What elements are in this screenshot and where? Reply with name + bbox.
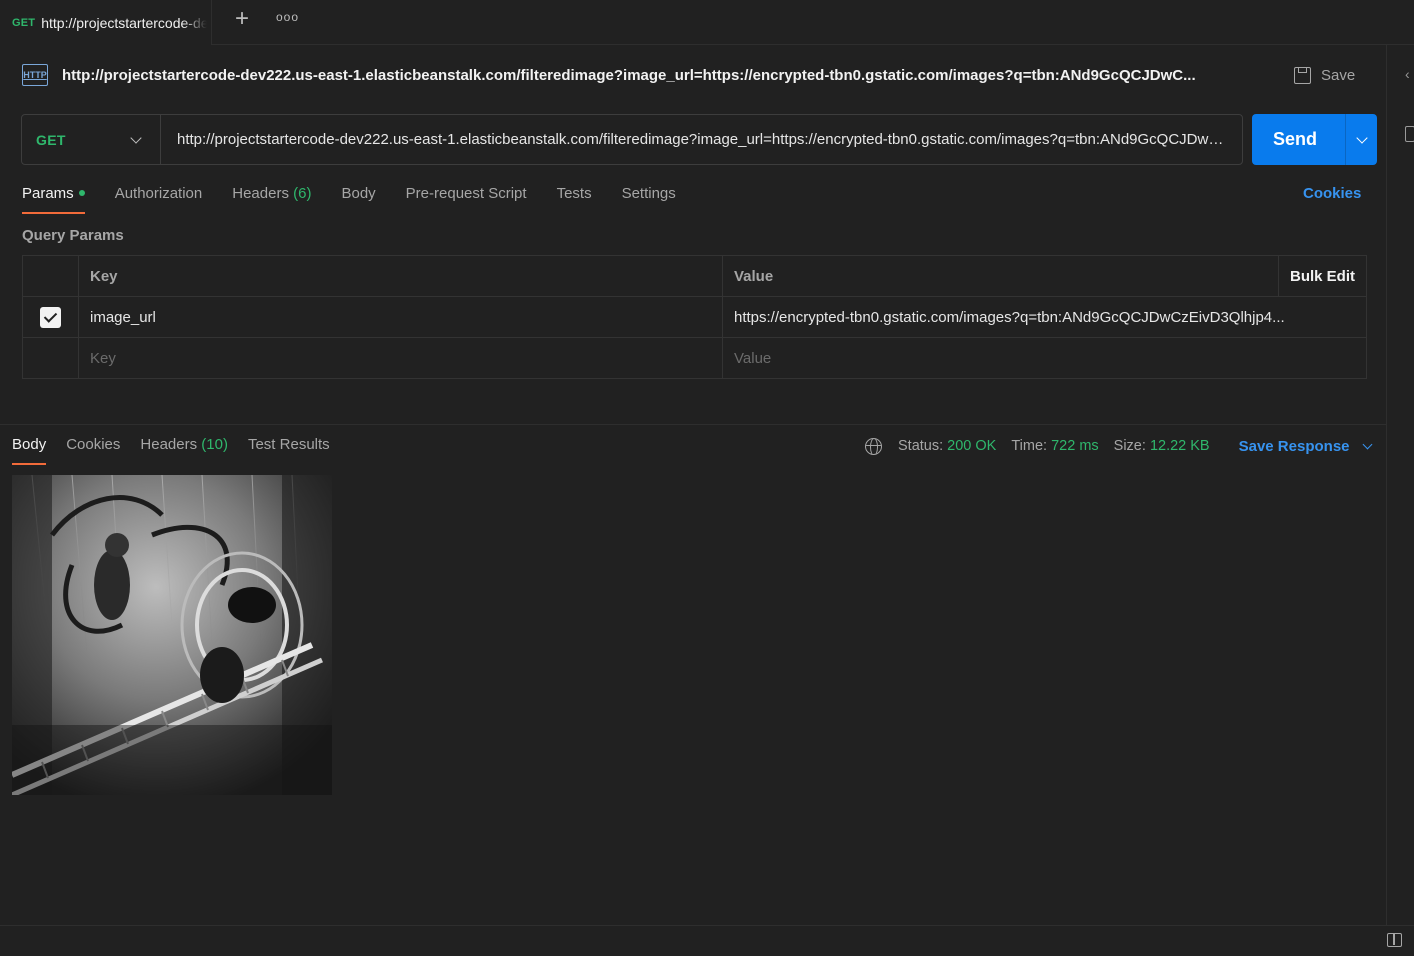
globe-icon[interactable]: [865, 437, 882, 455]
save-icon: [1294, 66, 1311, 84]
response-tabs: Body Cookies Headers (10) Test Results: [12, 433, 350, 465]
plus-icon[interactable]: +: [230, 7, 254, 32]
response-headers-count: (10): [201, 436, 228, 453]
params-indicator-dot: [78, 190, 85, 197]
request-header: HTTP http://projectstartercode-dev222.us…: [22, 60, 1247, 90]
empty-checkbox-cell: [23, 338, 79, 379]
chevron-left-icon[interactable]: ‹: [1405, 66, 1410, 82]
save-button[interactable]: Save: [1294, 64, 1355, 86]
params-table: Key Value Bulk Edit image_url https://en…: [22, 255, 1367, 379]
tab-headers[interactable]: Headers (6): [232, 182, 311, 214]
bulk-edit-button[interactable]: Bulk Edit: [1278, 256, 1366, 297]
size-info[interactable]: Size: 12.22 KB: [1114, 438, 1210, 454]
param-checkbox-cell: [23, 297, 79, 338]
param-value-text: https://encrypted-tbn0.gstatic.com/image…: [734, 309, 1285, 326]
save-response-button[interactable]: Save Response: [1239, 438, 1372, 455]
time-info[interactable]: Time: 722 ms: [1011, 438, 1098, 454]
chevron-down-icon: [1362, 439, 1372, 449]
param-checkbox[interactable]: [40, 307, 61, 328]
status-info[interactable]: Status: 200 OK: [898, 438, 996, 454]
key-placeholder-input[interactable]: Key: [79, 338, 723, 379]
tab-authorization[interactable]: Authorization: [115, 182, 203, 214]
response-status-bar: Status: 200 OK Time: 722 ms Size: 12.22 …: [865, 436, 1372, 456]
http-icon: HTTP: [22, 64, 48, 86]
param-key[interactable]: image_url: [79, 297, 723, 338]
bottom-status-bar: [0, 925, 1414, 956]
param-value[interactable]: https://encrypted-tbn0.gstatic.com/image…: [723, 297, 1366, 338]
cookies-link[interactable]: Cookies: [1303, 185, 1361, 202]
table-header-row: Key Value Bulk Edit: [23, 256, 1366, 297]
save-label: Save: [1321, 66, 1356, 84]
method-select[interactable]: GET: [22, 115, 161, 164]
tab-title: http://projectstartercode-dev222.us-east…: [41, 14, 208, 31]
tab-body[interactable]: Body: [341, 182, 375, 214]
chevron-down-icon[interactable]: [1356, 131, 1368, 144]
request-tabs: Params Authorization Headers (6) Body Pr…: [22, 182, 706, 214]
query-params-label: Query Params: [22, 227, 124, 244]
request-title[interactable]: http://projectstartercode-dev222.us-east…: [62, 67, 1247, 84]
tab-method: GET: [12, 16, 36, 29]
documentation-icon[interactable]: [1405, 126, 1414, 142]
layout-toggle-icon[interactable]: [1387, 933, 1402, 947]
tab-settings[interactable]: Settings: [622, 182, 676, 214]
response-tab-body[interactable]: Body: [12, 433, 47, 465]
key-header: Key: [79, 256, 723, 297]
send-label: Send: [1273, 129, 1318, 149]
value-header: Value: [734, 268, 774, 285]
url-input[interactable]: http://projectstartercode-dev222.us-east…: [161, 115, 1242, 164]
tab-pre-request-script[interactable]: Pre-request Script: [406, 182, 527, 214]
tab-tests[interactable]: Tests: [557, 182, 592, 214]
send-divider: [1345, 114, 1346, 165]
table-row-empty: Key Value: [23, 338, 1366, 379]
checkbox-header-cell: [23, 256, 79, 297]
url-bar: GET http://projectstartercode-dev222.us-…: [21, 114, 1243, 165]
more-icon[interactable]: ooo: [276, 10, 298, 30]
request-tab[interactable]: GET http://projectstartercode-dev222.us-…: [0, 0, 212, 45]
right-sidebar: [1386, 45, 1414, 925]
response-tab-cookies[interactable]: Cookies: [66, 433, 120, 465]
method-label: GET: [36, 131, 66, 148]
tab-bar: GET http://projectstartercode-dev222.us-…: [0, 0, 1414, 45]
table-row: image_url https://encrypted-tbn0.gstatic…: [23, 297, 1366, 338]
headers-count: (6): [293, 185, 312, 202]
response-tab-headers[interactable]: Headers (10): [140, 433, 228, 465]
tab-params[interactable]: Params: [22, 182, 85, 214]
response-tab-test-results[interactable]: Test Results: [248, 433, 330, 465]
value-placeholder-input[interactable]: Value: [723, 338, 1366, 379]
send-button[interactable]: Send: [1252, 114, 1377, 165]
response-image: [12, 475, 332, 795]
chevron-down-icon: [130, 131, 142, 144]
response-divider[interactable]: [0, 424, 1386, 425]
url-text: http://projectstartercode-dev222.us-east…: [177, 131, 1232, 148]
